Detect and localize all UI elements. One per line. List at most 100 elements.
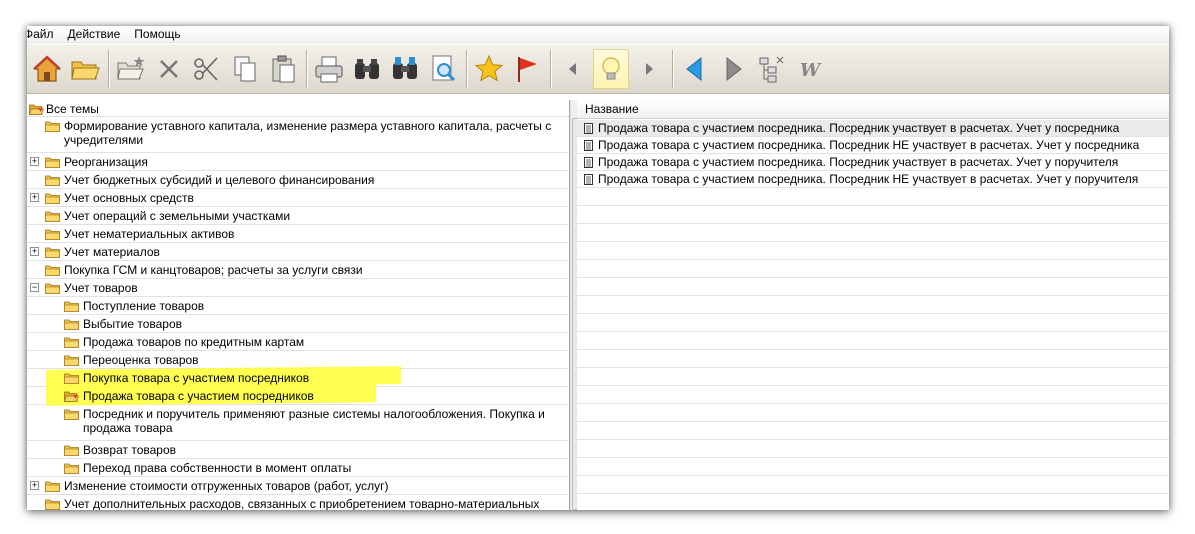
expand-icon[interactable]: + (30, 481, 39, 490)
document-row[interactable]: Продажа товара с участием посредника. По… (577, 171, 1169, 188)
cut-button[interactable] (189, 49, 225, 89)
tree-item[interactable]: Посредник и поручитель применяют разные … (27, 405, 569, 441)
tree-item-label: Учет дополнительных расходов, связанных … (64, 495, 552, 510)
tree-item-text: Поступление товаров (83, 299, 205, 313)
document-row[interactable]: Продажа товара с участием посредника. По… (577, 137, 1169, 154)
tree-item[interactable]: Учет дополнительных расходов, связанных … (27, 495, 569, 510)
print-button[interactable] (311, 49, 347, 89)
prev-topic-button[interactable] (555, 49, 591, 89)
preview-button[interactable] (425, 49, 461, 89)
delete-button[interactable] (151, 49, 187, 89)
tree-item[interactable]: Учет нематериальных активов (27, 225, 569, 243)
app-window: Файл Действие Помощь W Все темы Формиров… (27, 26, 1169, 510)
paste-button[interactable] (265, 49, 301, 89)
tree-item-text: Посредник и поручитель применяют разные … (83, 407, 545, 421)
find-button[interactable] (349, 49, 385, 89)
tree-item[interactable]: Покупка ГСМ и канцтоваров; расчеты за ус… (27, 261, 569, 279)
home-button[interactable] (29, 49, 65, 89)
arrow-right-small-icon (646, 62, 653, 75)
tree-root-all-topics[interactable]: Все темы (27, 100, 569, 117)
tree-item-text: Учет операций с земельными участками (64, 209, 291, 223)
bookmark-button[interactable] (509, 49, 545, 89)
empty-row (577, 242, 1169, 260)
folder-icon (64, 373, 79, 384)
toolbar: W (27, 44, 1169, 94)
open-folder-icon (71, 61, 100, 79)
back-button[interactable] (677, 49, 713, 89)
empty-row (577, 422, 1169, 440)
folder-icon (64, 463, 79, 474)
favorites-button[interactable] (471, 49, 507, 89)
new-folder-button[interactable] (113, 49, 149, 89)
tree-item[interactable]: Продажа товаров по кредитным картам (27, 333, 569, 351)
empty-row (577, 206, 1169, 224)
toolbar-separator (306, 49, 308, 88)
tree-item[interactable]: + Учет материалов (27, 243, 569, 261)
expand-icon[interactable]: + (30, 157, 39, 166)
tree-item-text: Переоценка товаров (83, 353, 199, 367)
document-row[interactable]: Продажа товара с участием посредника. По… (577, 154, 1169, 171)
expand-icon[interactable]: + (30, 247, 39, 256)
tree-item-text: Возврат товаров (83, 443, 177, 457)
print-icon (315, 56, 343, 82)
tree-item-text: Учет дополнительных расходов, связанных … (64, 497, 540, 510)
next-topic-button[interactable] (631, 49, 667, 89)
tree-item-text: Учет нематериальных активов (64, 227, 235, 241)
tree-item[interactable]: Переход права собственности в момент опл… (27, 459, 569, 477)
word-icon-glyph: W (800, 60, 822, 81)
empty-row (577, 404, 1169, 422)
tree-item[interactable]: Возврат товаров (27, 441, 569, 459)
copy-icon (234, 56, 256, 81)
collapse-icon[interactable]: − (30, 283, 39, 292)
tree-item-text: Учет товаров (64, 281, 138, 295)
tree-item[interactable]: + Учет основных средств (27, 189, 569, 207)
copy-button[interactable] (227, 49, 263, 89)
empty-row (577, 440, 1169, 458)
folder-icon (64, 355, 79, 366)
advanced-find-button[interactable] (387, 49, 423, 89)
folder-icon (45, 499, 60, 510)
tree-item[interactable]: + Изменение стоимости отгруженных товаров… (27, 477, 569, 495)
menu-file[interactable]: Файл (27, 27, 60, 41)
folder-icon (64, 337, 79, 348)
document-list: Название Продажа товара с участием посре… (577, 100, 1169, 510)
menu-action[interactable]: Действие (68, 27, 127, 41)
tree-item[interactable]: + Реорганизация (27, 153, 569, 171)
tree-item[interactable]: Выбытие товаров (27, 315, 569, 333)
document-title: Продажа товара с участием посредника. По… (598, 138, 1140, 152)
tree-item[interactable]: Формирование уставного капитала, изменен… (27, 117, 569, 153)
home-icon (33, 55, 61, 82)
hint-button[interactable] (593, 48, 629, 89)
toolbar-separator (108, 49, 110, 88)
tree-item-text-cont: учредителями (64, 133, 144, 147)
menu-help[interactable]: Помощь (134, 27, 186, 41)
tree-item[interactable]: Продажа товара с участием посредников (27, 384, 569, 406)
empty-row (577, 278, 1169, 296)
tree-item[interactable]: Поступление товаров (27, 297, 569, 315)
document-title: Продажа товара с участием посредника. По… (598, 121, 1120, 135)
empty-row (577, 296, 1169, 314)
toolbar-separator (550, 49, 552, 88)
topic-tree[interactable]: Все темы Формирование уставного капитала,… (27, 100, 570, 510)
document-row[interactable]: Продажа товара с участием посредника. По… (577, 120, 1169, 137)
tree-item[interactable]: Учет бюджетных субсидий и целевого финан… (27, 171, 569, 189)
menu-bar: Файл Действие Помощь (27, 26, 1169, 43)
tree-item-label: Изменение стоимости отгруженных товаров … (64, 477, 552, 493)
folder-icon (45, 121, 60, 132)
tree-item-label: Учет товаров (64, 279, 552, 295)
tree-item[interactable]: − Учет товаров (27, 279, 569, 297)
tree-item-label: Учет материалов (64, 243, 552, 259)
flag-icon (518, 56, 537, 82)
tree-item-label: Реорганизация (64, 153, 552, 169)
tree-item-text: Учет материалов (64, 245, 160, 259)
sync-tree-button[interactable] (753, 49, 789, 89)
forward-button[interactable] (715, 49, 751, 89)
open-button[interactable] (67, 49, 103, 89)
folder-icon (64, 409, 79, 420)
empty-row (577, 224, 1169, 242)
column-header-name[interactable]: Название (577, 100, 1169, 119)
folder-icon (64, 319, 79, 330)
expand-icon[interactable]: + (30, 193, 39, 202)
tree-item[interactable]: Учет операций с земельными участками (27, 207, 569, 225)
export-word-button[interactable]: W (791, 49, 827, 89)
